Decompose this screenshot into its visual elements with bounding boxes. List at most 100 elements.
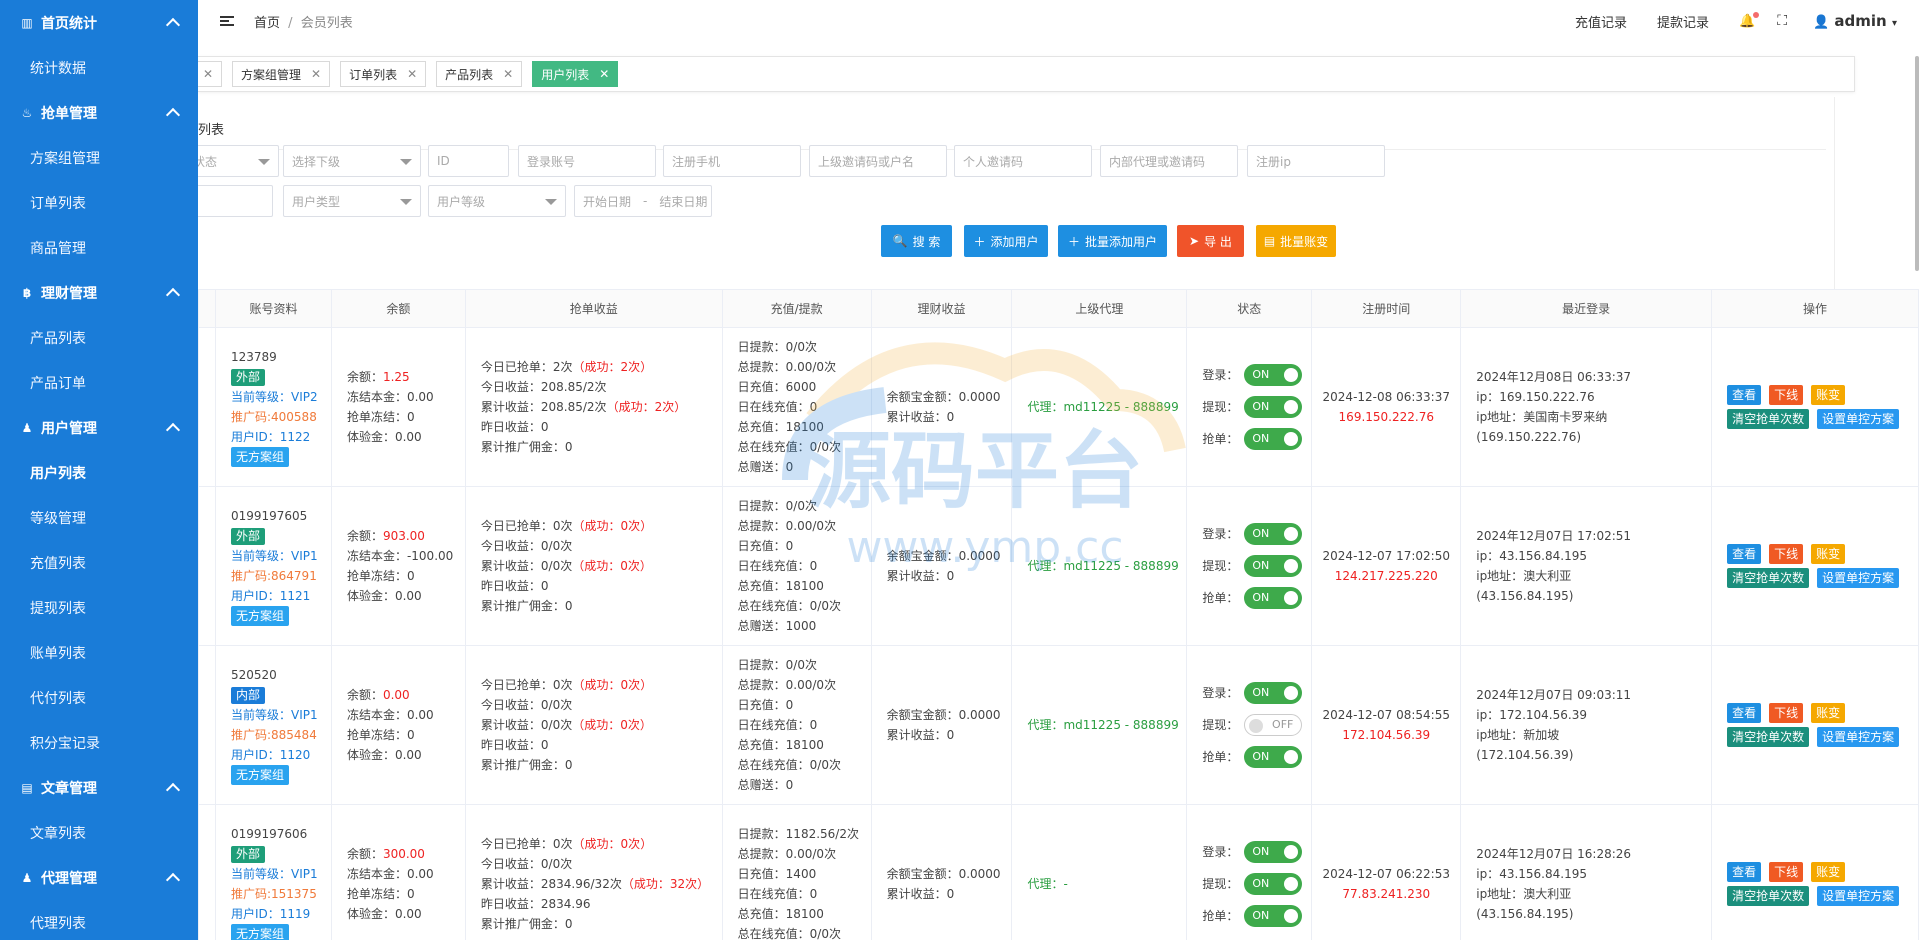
grab-toggle[interactable]: ON [1244, 746, 1303, 768]
field-value: 0.0000 [958, 390, 1001, 404]
view-button[interactable]: 查看 [1727, 385, 1762, 405]
sidebar-item[interactable]: 文章列表 [0, 810, 198, 855]
sidebar-item[interactable]: 商品管理 [0, 225, 198, 270]
close-icon[interactable]: ✕ [203, 67, 213, 81]
account-change-button[interactable]: 账变 [1811, 544, 1846, 564]
account-change-button[interactable]: 账变 [1811, 862, 1846, 882]
sidebar-group-1[interactable]: ♨ 抢单管理 [0, 90, 198, 135]
bell-icon[interactable]: 🔔 [1739, 11, 1760, 29]
filter-row2-2[interactable]: 用户等级 [428, 185, 566, 217]
sidebar-item[interactable]: 代理列表 [0, 900, 198, 940]
filter-7[interactable]: 内部代理或邀请码 [1100, 145, 1238, 177]
withdraw-records-link[interactable]: 提款记录 [1657, 12, 1709, 31]
sidebar-group-4[interactable]: ▤ 文章管理 [0, 765, 198, 810]
account-change-button[interactable]: 账变 [1811, 703, 1846, 723]
filter-5[interactable]: 上级邀请码或户名 [809, 145, 947, 177]
login-toggle[interactable]: ON [1244, 841, 1303, 863]
fullscreen-icon[interactable]: ⛶ [1777, 13, 1787, 29]
menu-toggle-icon[interactable] [220, 16, 234, 26]
sidebar-item[interactable]: 充值列表 [0, 540, 198, 585]
withdraw-toggle[interactable]: ON [1244, 396, 1303, 418]
sidebar-group-2[interactable]: ฿ 理财管理 [0, 270, 198, 315]
sidebar-group-0[interactable]: ▥ 首页统计 [0, 0, 198, 45]
sidebar-group-3[interactable]: ♟ 用户管理 [0, 405, 198, 450]
view-button[interactable]: 查看 [1727, 862, 1762, 882]
close-icon[interactable]: ✕ [503, 67, 513, 81]
field-label: 日在线充值： [737, 718, 810, 732]
clear-grab-count-button[interactable]: 清空抢单次数 [1727, 727, 1810, 747]
tab-hidden[interactable]: ✕ [198, 61, 222, 87]
sidebar-item[interactable]: 方案组管理 [0, 135, 198, 180]
filter-1[interactable]: 选择下级 [283, 145, 421, 177]
view-button[interactable]: 查看 [1727, 703, 1762, 723]
set-control-button[interactable]: 设置单控方案 [1817, 727, 1900, 747]
sidebar-item[interactable]: 等级管理 [0, 495, 198, 540]
clear-grab-count-button[interactable]: 清空抢单次数 [1727, 886, 1810, 906]
close-icon[interactable]: ✕ [407, 67, 417, 81]
grab-toggle[interactable]: ON [1244, 905, 1303, 927]
login-toggle[interactable]: ON [1244, 523, 1303, 545]
set-control-button[interactable]: 设置单控方案 [1817, 886, 1900, 906]
sidebar-item[interactable]: 代付列表 [0, 675, 198, 720]
date-range-picker[interactable]: 开始日期 - 结束日期 [574, 185, 712, 217]
set-control-button[interactable]: 设置单控方案 [1817, 409, 1900, 429]
login-toggle[interactable]: ON [1244, 682, 1303, 704]
offline-button[interactable]: 下线 [1769, 862, 1804, 882]
account-change-button[interactable]: 账变 [1811, 385, 1846, 405]
filter-3[interactable]: 登录账号 [518, 145, 656, 177]
withdraw-toggle[interactable]: OFF [1244, 714, 1303, 736]
sidebar-item[interactable]: 订单列表 [0, 180, 198, 225]
login-toggle[interactable]: ON [1244, 364, 1303, 386]
tab-3[interactable]: 用户列表 ✕ [532, 61, 619, 87]
field-label: ip： [1476, 549, 1500, 563]
no-scheme-badge[interactable]: 无方案组 [230, 447, 289, 467]
filter-6[interactable]: 个人邀请码 [954, 145, 1092, 177]
withdraw-toggle[interactable]: ON [1244, 873, 1303, 895]
offline-button[interactable]: 下线 [1769, 544, 1804, 564]
cell-line: (169.150.222.76) [1476, 427, 1711, 447]
close-icon[interactable]: ✕ [599, 67, 609, 81]
cell-line: 2024-12-08 06:33:37 [1312, 387, 1460, 407]
filter-4[interactable]: 注册手机 [663, 145, 801, 177]
grab-toggle[interactable]: ON [1244, 428, 1303, 450]
add-user-button[interactable]: ＋ 添加用户 [964, 225, 1048, 257]
user-menu[interactable]: 👤 admin ▾ [1813, 12, 1897, 30]
field-label: 抢单： [1202, 432, 1239, 446]
recharge-records-link[interactable]: 充值记录 [1575, 12, 1627, 31]
filter-2[interactable]: ID [428, 145, 509, 177]
export-button[interactable]: ➤ 导 出 [1177, 225, 1244, 257]
no-scheme-badge[interactable]: 无方案组 [230, 924, 289, 940]
page-scrollbar[interactable] [1915, 56, 1919, 271]
clear-grab-count-button[interactable]: 清空抢单次数 [1727, 568, 1810, 588]
sidebar-item[interactable]: 产品订单 [0, 360, 198, 405]
app-root: ▥ 首页统计 统计数据 ♨ 抢单管理 方案组管理 订单列表 商品管理฿理财管理 产品列表 产品订单… [0, 0, 1919, 940]
sidebar-item[interactable]: 积分宝记录 [0, 720, 198, 765]
sidebar-item[interactable]: 统计数据 [0, 45, 198, 90]
sidebar-item[interactable]: 用户列表 [0, 450, 198, 495]
field-value: 2024-12-08 06:33:37 [1322, 390, 1450, 404]
sidebar-item[interactable]: 提现列表 [0, 585, 198, 630]
sidebar-item[interactable]: 账单列表 [0, 630, 198, 675]
no-scheme-badge[interactable]: 无方案组 [230, 765, 289, 785]
breadcrumb-home[interactable]: 首页 [254, 16, 280, 31]
sidebar-group-5[interactable]: ♟ 代理管理 [0, 855, 198, 900]
clear-grab-count-button[interactable]: 清空抢单次数 [1727, 409, 1810, 429]
withdraw-toggle[interactable]: ON [1244, 555, 1303, 577]
sidebar-item[interactable]: 产品列表 [0, 315, 198, 360]
search-button[interactable]: 🔍 搜 索 [881, 225, 952, 257]
grab-toggle[interactable]: ON [1244, 587, 1303, 609]
filter-row2-1[interactable]: 用户类型 [283, 185, 421, 217]
batch-account-change-button[interactable]: ▤ 批量账变 [1256, 225, 1336, 257]
tab-2[interactable]: 产品列表 ✕ [436, 61, 523, 87]
view-button[interactable]: 查看 [1727, 544, 1762, 564]
set-control-button[interactable]: 设置单控方案 [1817, 568, 1900, 588]
offline-button[interactable]: 下线 [1769, 703, 1804, 723]
filter-8[interactable]: 注册ip [1247, 145, 1385, 177]
batch-add-user-button[interactable]: ＋ 批量添加用户 [1058, 225, 1167, 257]
field-label: 余额宝金额： [886, 549, 959, 563]
close-icon[interactable]: ✕ [311, 67, 321, 81]
offline-button[interactable]: 下线 [1769, 385, 1804, 405]
tab-0[interactable]: 方案组管理 ✕ [232, 61, 331, 87]
tab-1[interactable]: 订单列表 ✕ [340, 61, 427, 87]
no-scheme-badge[interactable]: 无方案组 [230, 606, 289, 626]
